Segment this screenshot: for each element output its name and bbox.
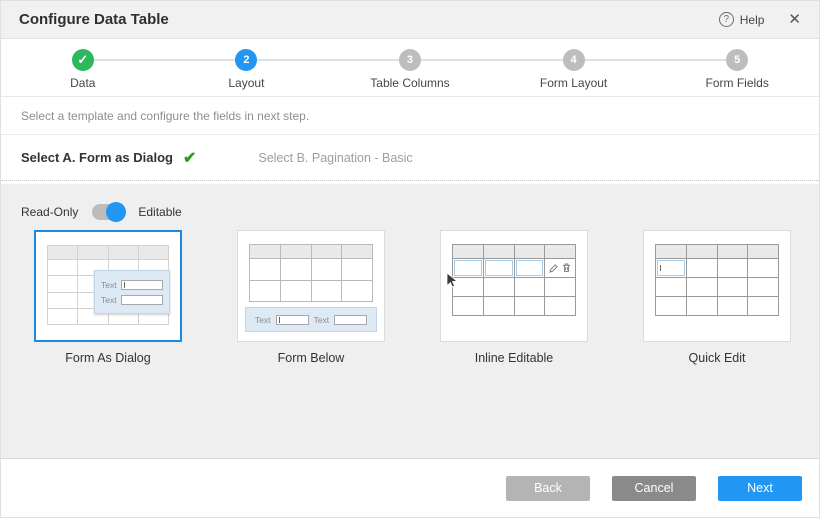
template-name: Form Below [237, 351, 385, 365]
preview-field-label: Text [101, 295, 117, 305]
template-form-below: Text Text Form Below [237, 230, 385, 365]
text-caret [124, 282, 125, 288]
step-label: Data [70, 76, 95, 90]
preview-editable-cell [516, 260, 544, 276]
selection-summary-row: Select A. Form as Dialog ✔ Select B. Pag… [1, 135, 819, 181]
step-form-fields[interactable]: 5 Form Fields [655, 39, 819, 96]
toggle-knob [106, 202, 126, 222]
step-number: 2 [235, 49, 257, 71]
step-label: Form Layout [540, 76, 607, 90]
instruction-text: Select a template and configure the fiel… [1, 97, 819, 135]
template-cards: Text Text Form As Dialog [1, 226, 819, 365]
preview-input [121, 280, 163, 290]
step-label: Layout [228, 76, 264, 90]
preview-form-strip: Text Text [245, 307, 377, 332]
text-caret [279, 317, 280, 323]
selection-a-label: Select A. Form as Dialog [21, 150, 173, 165]
editable-label: Editable [138, 205, 181, 219]
header-actions: ? Help ✕ [719, 12, 801, 27]
preview-editable-cell [485, 260, 513, 276]
preview-input [121, 295, 163, 305]
preview-input [334, 315, 367, 325]
preview-table [655, 244, 779, 316]
selection-check-icon: ✔ [183, 148, 196, 168]
template-quick-edit: Quick Edit [643, 230, 791, 365]
preview-input [276, 315, 309, 325]
preview-editable-cell [657, 260, 685, 276]
template-card-inline-editable[interactable] [440, 230, 588, 342]
step-label: Form Fields [706, 76, 769, 90]
template-name: Inline Editable [440, 351, 588, 365]
configure-data-table-dialog: Configure Data Table ? Help ✕ ✓ Data 2 L… [0, 0, 820, 518]
help-link[interactable]: Help [740, 13, 765, 27]
step-table-columns[interactable]: 3 Table Columns [328, 39, 492, 96]
template-card-quick-edit[interactable] [643, 230, 791, 342]
preview-table [452, 244, 576, 316]
preview-field-label: Text [101, 280, 117, 290]
close-icon[interactable]: ✕ [788, 12, 801, 27]
step-data[interactable]: ✓ Data [1, 39, 165, 96]
template-card-form-below[interactable]: Text Text [237, 230, 385, 342]
delete-trash-icon [562, 263, 571, 273]
template-section: Read-Only Editable Text [1, 184, 819, 458]
template-inline-editable: Inline Editable [440, 230, 588, 365]
page-title: Configure Data Table [19, 11, 169, 28]
read-only-label: Read-Only [21, 205, 78, 219]
dialog-footer: Back Cancel Next [1, 458, 819, 517]
cancel-button[interactable]: Cancel [612, 476, 696, 501]
step-number: 5 [726, 49, 748, 71]
step-label: Table Columns [370, 76, 449, 90]
step-form-layout[interactable]: 4 Form Layout [492, 39, 656, 96]
template-name: Form As Dialog [34, 351, 182, 365]
wizard-stepper: ✓ Data 2 Layout 3 Table Columns 4 Form L… [1, 39, 819, 97]
editable-toggle[interactable] [92, 204, 124, 220]
preview-field-label: Text [255, 315, 271, 325]
edit-pencil-icon [549, 264, 558, 273]
template-card-form-as-dialog[interactable]: Text Text [34, 230, 182, 342]
step-layout[interactable]: 2 Layout [165, 39, 329, 96]
selection-b-label: Select B. Pagination - Basic [258, 151, 412, 165]
template-name: Quick Edit [643, 351, 791, 365]
step-number: 4 [563, 49, 585, 71]
next-button[interactable]: Next [718, 476, 802, 501]
mode-toggle-row: Read-Only Editable [1, 184, 819, 226]
preview-field-label: Text [314, 315, 330, 325]
preview-table [249, 244, 373, 302]
step-done-check-icon: ✓ [72, 49, 94, 71]
dialog-header: Configure Data Table ? Help ✕ [1, 1, 819, 39]
help-icon[interactable]: ? [719, 12, 734, 27]
mouse-cursor-icon [446, 272, 459, 288]
preview-form-dialog: Text Text [94, 270, 170, 314]
text-caret [660, 265, 661, 271]
back-button[interactable]: Back [506, 476, 590, 501]
template-form-as-dialog: Text Text Form As Dialog [34, 230, 182, 365]
step-number: 3 [399, 49, 421, 71]
